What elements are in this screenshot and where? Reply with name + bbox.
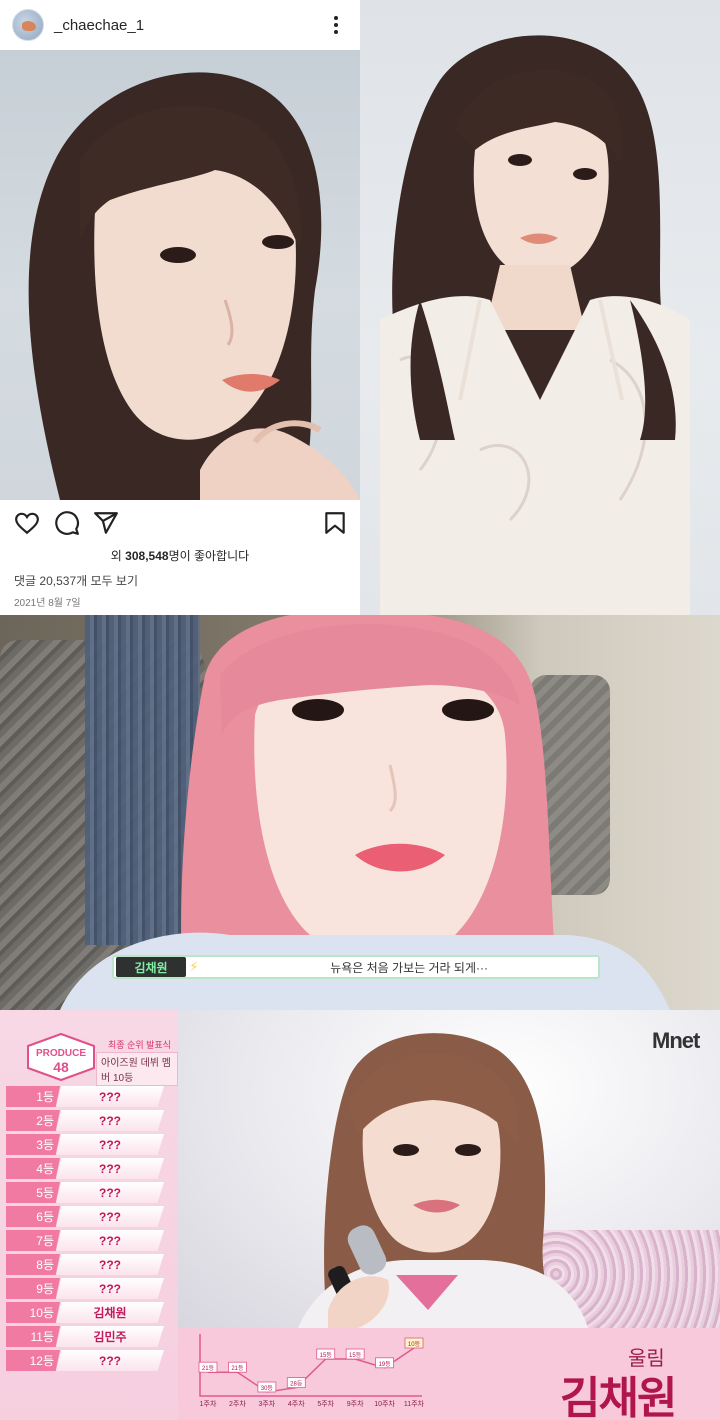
week-label: 1주차 bbox=[200, 1399, 217, 1408]
week-label: 10주차 bbox=[374, 1399, 395, 1408]
heart-icon[interactable] bbox=[14, 510, 40, 536]
rank-point-label: 21등 bbox=[231, 1365, 244, 1372]
portrait-illustration bbox=[28, 72, 360, 500]
likes-number: 308,548 bbox=[125, 549, 169, 563]
rank-number: 3등 bbox=[6, 1134, 60, 1155]
produce48-logo: PRODUCE 48 bbox=[27, 1032, 95, 1082]
portrait-illustration bbox=[380, 35, 690, 615]
rank-name: ??? bbox=[56, 1206, 164, 1227]
rank-name: ??? bbox=[56, 1230, 164, 1251]
bookmark-icon[interactable] bbox=[322, 510, 348, 536]
view-comments-link[interactable]: 댓글 20,537개 모두 보기 bbox=[14, 572, 138, 589]
rank-row[interactable]: 9등??? bbox=[6, 1278, 164, 1299]
rank-number: 2등 bbox=[6, 1110, 60, 1131]
rank-name: ??? bbox=[56, 1110, 164, 1131]
rank-point-label: 15등 bbox=[349, 1352, 362, 1359]
rank-number: 8등 bbox=[6, 1254, 60, 1275]
share-icon[interactable] bbox=[93, 510, 119, 536]
rank-row[interactable]: 12등??? bbox=[6, 1350, 164, 1371]
logo-line-2: 48 bbox=[53, 1059, 69, 1075]
rank-history-graph: 21등 1주차 21등 2주차 30등 3주차 28등 4주차 15등 5주차 15등 9주차 19등 1… bbox=[198, 1334, 425, 1408]
likes-prefix: 외 bbox=[110, 549, 126, 563]
comment-icon[interactable] bbox=[54, 510, 80, 536]
ranking-panel: PRODUCE 48 최종 순위 발표식 아이즈원 데뷔 멤버 10등 1등??… bbox=[0, 1010, 178, 1420]
rank-name: ??? bbox=[56, 1134, 164, 1155]
post-photo bbox=[0, 50, 360, 500]
rank-number: 1등 bbox=[6, 1086, 60, 1107]
portrait-illustration bbox=[60, 615, 670, 1010]
rank-name: ??? bbox=[56, 1350, 164, 1371]
rank-point-label: 10등 bbox=[408, 1341, 421, 1348]
avatar[interactable] bbox=[12, 9, 44, 41]
rank-point-label: 21등 bbox=[202, 1365, 215, 1372]
rank-number: 10등 bbox=[6, 1302, 60, 1323]
lightning-icon: ⚡ bbox=[189, 959, 199, 974]
likes-suffix: 명이 좋아합니다 bbox=[168, 549, 250, 563]
rank-number: 6등 bbox=[6, 1206, 60, 1227]
rank-row[interactable]: 6등??? bbox=[6, 1206, 164, 1227]
rank-row[interactable]: 2등??? bbox=[6, 1110, 164, 1131]
subtitle-bar: 김채원 ⚡ 뉴욕은 처음 가보는 거라 되게··· bbox=[112, 955, 600, 979]
logo-line-1: PRODUCE bbox=[36, 1048, 86, 1059]
speaker-name-tag: 김채원 bbox=[116, 957, 186, 977]
rank-point-label: 19등 bbox=[378, 1361, 391, 1368]
week-label: 3주차 bbox=[258, 1399, 275, 1408]
rank-name: ??? bbox=[56, 1254, 164, 1275]
rank-row[interactable]: 11등 김민주 bbox=[6, 1326, 164, 1347]
rank-row[interactable]: 10등 김채원 bbox=[6, 1302, 164, 1323]
rank-name: ??? bbox=[56, 1158, 164, 1179]
rank-point-label: 30등 bbox=[261, 1385, 274, 1392]
portrait-illustration bbox=[298, 1033, 588, 1328]
rank-row[interactable]: 4등??? bbox=[6, 1158, 164, 1179]
week-label: 11주차 bbox=[404, 1399, 425, 1408]
week-label: 9주차 bbox=[347, 1399, 364, 1408]
rank-number: 5등 bbox=[6, 1182, 60, 1203]
rank-row[interactable]: 1등??? bbox=[6, 1086, 164, 1107]
rank-point-label: 15등 bbox=[320, 1352, 333, 1359]
rank-name: ??? bbox=[56, 1278, 164, 1299]
rank-number: 4등 bbox=[6, 1158, 60, 1179]
profile-photo-white-dress bbox=[360, 0, 720, 615]
ranking-title: 최종 순위 발표식 bbox=[108, 1040, 171, 1050]
username[interactable]: _chaechae_1 bbox=[54, 17, 144, 34]
caption-name: 김채원 bbox=[560, 1374, 677, 1420]
week-label: 2주차 bbox=[229, 1399, 246, 1408]
post-actions bbox=[0, 500, 360, 544]
post-date: 2021년 8월 7일 bbox=[14, 598, 81, 609]
instagram-post: _chaechae_1 외 308,548명이 좋아합니다 댓글 20,537개… bbox=[0, 0, 360, 615]
rank-number: 9등 bbox=[6, 1278, 60, 1299]
week-label: 5주차 bbox=[317, 1399, 334, 1408]
rank-name: 김채원 bbox=[56, 1302, 164, 1323]
subtitle-text: 뉴욕은 처음 가보는 거라 되게··· bbox=[330, 960, 488, 975]
rank-name: 김민주 bbox=[56, 1326, 164, 1347]
rank-name: ??? bbox=[56, 1182, 164, 1203]
rank-number: 7등 bbox=[6, 1230, 60, 1251]
stage-broadcast bbox=[178, 1010, 720, 1328]
rank-row[interactable]: 3등??? bbox=[6, 1134, 164, 1155]
likes-count[interactable]: 외 308,548명이 좋아합니다 bbox=[0, 547, 360, 564]
rank-point-label: 28등 bbox=[290, 1381, 303, 1388]
week-label: 4주차 bbox=[288, 1399, 305, 1408]
ranking-subtitle: 아이즈원 데뷔 멤버 10등 bbox=[96, 1052, 178, 1086]
rank-row[interactable]: 7등??? bbox=[6, 1230, 164, 1251]
more-options-icon[interactable] bbox=[326, 12, 346, 38]
rank-number: 12등 bbox=[6, 1350, 60, 1371]
rank-name: ??? bbox=[56, 1086, 164, 1107]
video-still: 김채원 ⚡ 뉴욕은 처음 가보는 거라 되게··· bbox=[0, 615, 720, 1010]
rank-row[interactable]: 5등??? bbox=[6, 1182, 164, 1203]
rank-number: 11등 bbox=[6, 1326, 60, 1347]
post-header: _chaechae_1 bbox=[0, 0, 360, 50]
broadcaster-logo: Mnet bbox=[652, 1028, 700, 1053]
rank-row[interactable]: 8등??? bbox=[6, 1254, 164, 1275]
